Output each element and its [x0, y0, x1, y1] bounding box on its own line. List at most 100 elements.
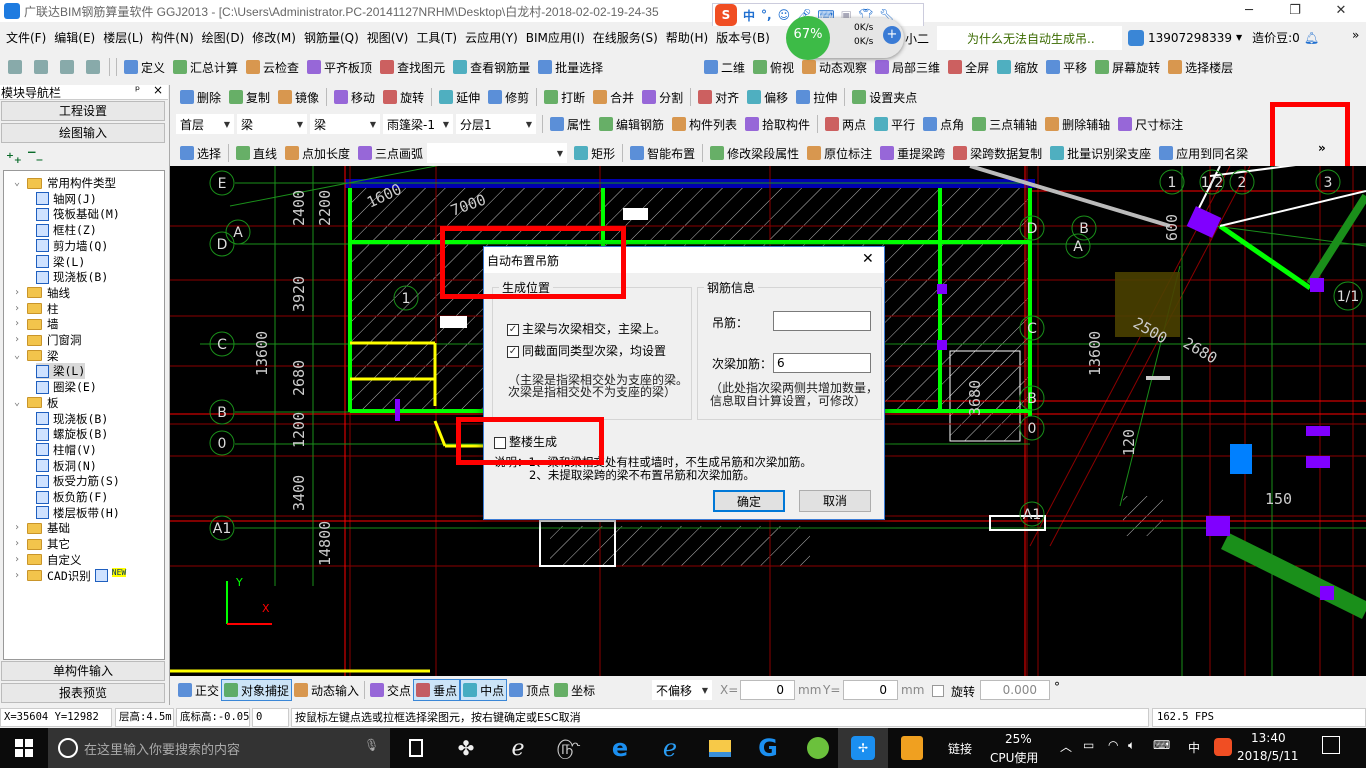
search-box[interactable]: 在这里输入你要搜索的内容 🎙︎	[48, 728, 390, 768]
swirl-app-icon[interactable]: ௹	[544, 728, 592, 768]
pin-icon[interactable]: ᵖ	[135, 83, 140, 97]
chevron-down-icon[interactable]: ⌄	[14, 348, 24, 364]
chevron-right-icon[interactable]: ›	[14, 536, 24, 552]
modify-button-2[interactable]: 镜像	[274, 86, 323, 108]
modify-button-8[interactable]: 合并	[589, 86, 638, 108]
checkbox-checked-icon[interactable]: ✓	[507, 323, 519, 336]
component-button-4[interactable]: 两点	[821, 113, 870, 135]
modify-button-10[interactable]: 对齐	[694, 86, 743, 108]
menu-0[interactable]: 文件(F)	[2, 26, 50, 50]
boost-icon[interactable]: +	[883, 26, 901, 44]
tree-item[interactable]: › 柱	[14, 301, 59, 317]
tree-item[interactable]: › 墙	[14, 316, 59, 332]
view-button-5[interactable]: 缩放	[993, 56, 1042, 78]
draw-button-8[interactable]: 原位标注	[803, 142, 876, 164]
tree-item[interactable]: 梁(L)	[36, 363, 86, 380]
chevron-down-icon[interactable]: ▼	[1236, 28, 1242, 48]
draw-button-2[interactable]: 点加长度	[281, 142, 354, 164]
start-button[interactable]	[0, 728, 48, 768]
touch-keyboard-icon[interactable]: ⌨	[1153, 738, 1170, 752]
component-button-5[interactable]: 平行	[870, 113, 919, 135]
report-preview-button[interactable]: 报表预览	[1, 683, 165, 703]
tree-item[interactable]: 板洞(N)	[36, 458, 97, 474]
file-explorer-icon[interactable]	[696, 728, 744, 768]
modify-button-6[interactable]: 修剪	[484, 86, 533, 108]
menu-2[interactable]: 楼层(L)	[99, 26, 147, 50]
chevron-right-icon[interactable]: ›	[14, 568, 24, 584]
draw-button-10[interactable]: 梁跨数据复制	[949, 142, 1046, 164]
component-select-0[interactable]: 首层 ▼	[176, 114, 234, 134]
modify-button-7[interactable]: 打断	[540, 86, 589, 108]
ggj-app-icon[interactable]: ✢	[838, 728, 888, 768]
menu-11[interactable]: 在线服务(S)	[589, 26, 662, 50]
xiaoer-link[interactable]: 小二	[905, 30, 929, 47]
snap-3[interactable]: 交点	[368, 679, 413, 701]
undo-icon[interactable]	[86, 60, 100, 74]
component-button-1[interactable]: 编辑钢筋	[595, 113, 668, 135]
tb1-button-1[interactable]: 汇总计算	[169, 56, 242, 78]
tree-item[interactable]: 现浇板(B)	[36, 411, 108, 427]
component-button-2[interactable]: 构件列表	[668, 113, 741, 135]
modify-button-1[interactable]: 复制	[225, 86, 274, 108]
tree-item[interactable]: › 门窗洞	[14, 332, 82, 348]
tree-item[interactable]: ⌄ 板	[14, 395, 59, 411]
tree-item[interactable]: 板负筋(F)	[36, 489, 108, 505]
cancel-button[interactable]: 取消	[799, 490, 871, 512]
secondary-rebar-input[interactable]: 6	[773, 353, 871, 373]
view-button-4[interactable]: 全屏	[944, 56, 993, 78]
tree-item[interactable]: ⌄ 常用构件类型	[14, 175, 116, 191]
close-icon[interactable]: ×	[153, 83, 163, 97]
modify-button-0[interactable]: 删除	[176, 86, 225, 108]
component-select-2[interactable]: 梁 ▼	[310, 114, 380, 134]
draw-button-0[interactable]: 选择	[176, 142, 225, 164]
user-account[interactable]: 13907298339 ▼ 造价豆:0 🔔︎	[1128, 28, 1319, 48]
component-select-3[interactable]: 雨篷梁-1 ▼	[383, 114, 453, 134]
menu-13[interactable]: 版本号(B)	[712, 26, 774, 50]
modify-button-4[interactable]: 旋转	[379, 86, 428, 108]
component-button-8[interactable]: 删除辅轴	[1041, 113, 1114, 135]
modify-button-9[interactable]: 分割	[638, 86, 687, 108]
menu-10[interactable]: BIM应用(I)	[522, 26, 589, 50]
volume-icon[interactable]: 🔈︎	[1128, 738, 1135, 753]
ie-app-icon[interactable]: ℯ	[494, 728, 542, 768]
open-file-icon[interactable]	[34, 60, 48, 74]
tree-item[interactable]: 剪力墙(Q)	[36, 238, 108, 254]
menu-8[interactable]: 工具(T)	[412, 26, 461, 50]
ime-punct[interactable]: °,	[761, 8, 772, 22]
rotate-input[interactable]: 0.000	[980, 680, 1050, 700]
tree-item[interactable]: 板受力筋(S)	[36, 473, 120, 489]
single-component-input-button[interactable]: 单构件输入	[1, 661, 165, 681]
snap-0[interactable]: 正交	[176, 679, 221, 701]
tree-item[interactable]: 螺旋板(B)	[36, 426, 108, 442]
draw-button-7[interactable]: 修改梁段属性	[706, 142, 803, 164]
clock-date[interactable]: 2018/5/11	[1237, 749, 1299, 763]
snap-1[interactable]: 对象捕捉	[221, 679, 293, 701]
tb1-button-5[interactable]: 查看钢筋量	[449, 56, 534, 78]
chevron-right-icon[interactable]: ›	[14, 520, 24, 536]
offset-select[interactable]: 不偏移 ▼	[652, 680, 712, 700]
tb1-button-6[interactable]: 批量选择	[534, 56, 607, 78]
draw-button-12[interactable]: 应用到同名梁	[1155, 142, 1252, 164]
emoji-icon[interactable]: ☺	[778, 8, 791, 22]
tb1-button-4[interactable]: 查找图元	[376, 56, 449, 78]
tree-item[interactable]: › 基础	[14, 520, 70, 536]
checkbox-checked-icon[interactable]: ✓	[507, 345, 519, 358]
bell-icon[interactable]: 🔔︎	[1304, 28, 1319, 48]
new-file-icon[interactable]	[8, 60, 22, 74]
y-offset-input[interactable]: 0	[843, 680, 898, 700]
view-button-2[interactable]: 动态观察	[798, 56, 871, 78]
project-settings-button[interactable]: 工程设置	[1, 101, 165, 121]
tree-item[interactable]: › CAD识别 NEW	[14, 567, 127, 584]
notepad-app-icon[interactable]	[888, 728, 936, 768]
component-button-3[interactable]: 拾取构件	[741, 113, 814, 135]
component-select-4[interactable]: 分层1 ▼	[456, 114, 536, 134]
menu-12[interactable]: 帮助(H)	[662, 26, 712, 50]
internet-explorer-icon[interactable]: ℯ	[646, 728, 694, 768]
sogou-tray-icon[interactable]	[1214, 738, 1232, 756]
draw-select[interactable]: ▼	[427, 143, 568, 163]
draw-button-1[interactable]: 直线	[232, 142, 281, 164]
menu-3[interactable]: 构件(N)	[147, 26, 197, 50]
collapse-all-icon[interactable]: ‾₋	[28, 149, 43, 167]
tb1-button-3[interactable]: 平齐板顶	[303, 56, 376, 78]
component-tree[interactable]: ⌄ 常用构件类型 轴网(J) 筏板基础(M) 框柱(Z) 剪力墙(Q) 梁(L) 现浇板(B)…	[3, 170, 165, 660]
